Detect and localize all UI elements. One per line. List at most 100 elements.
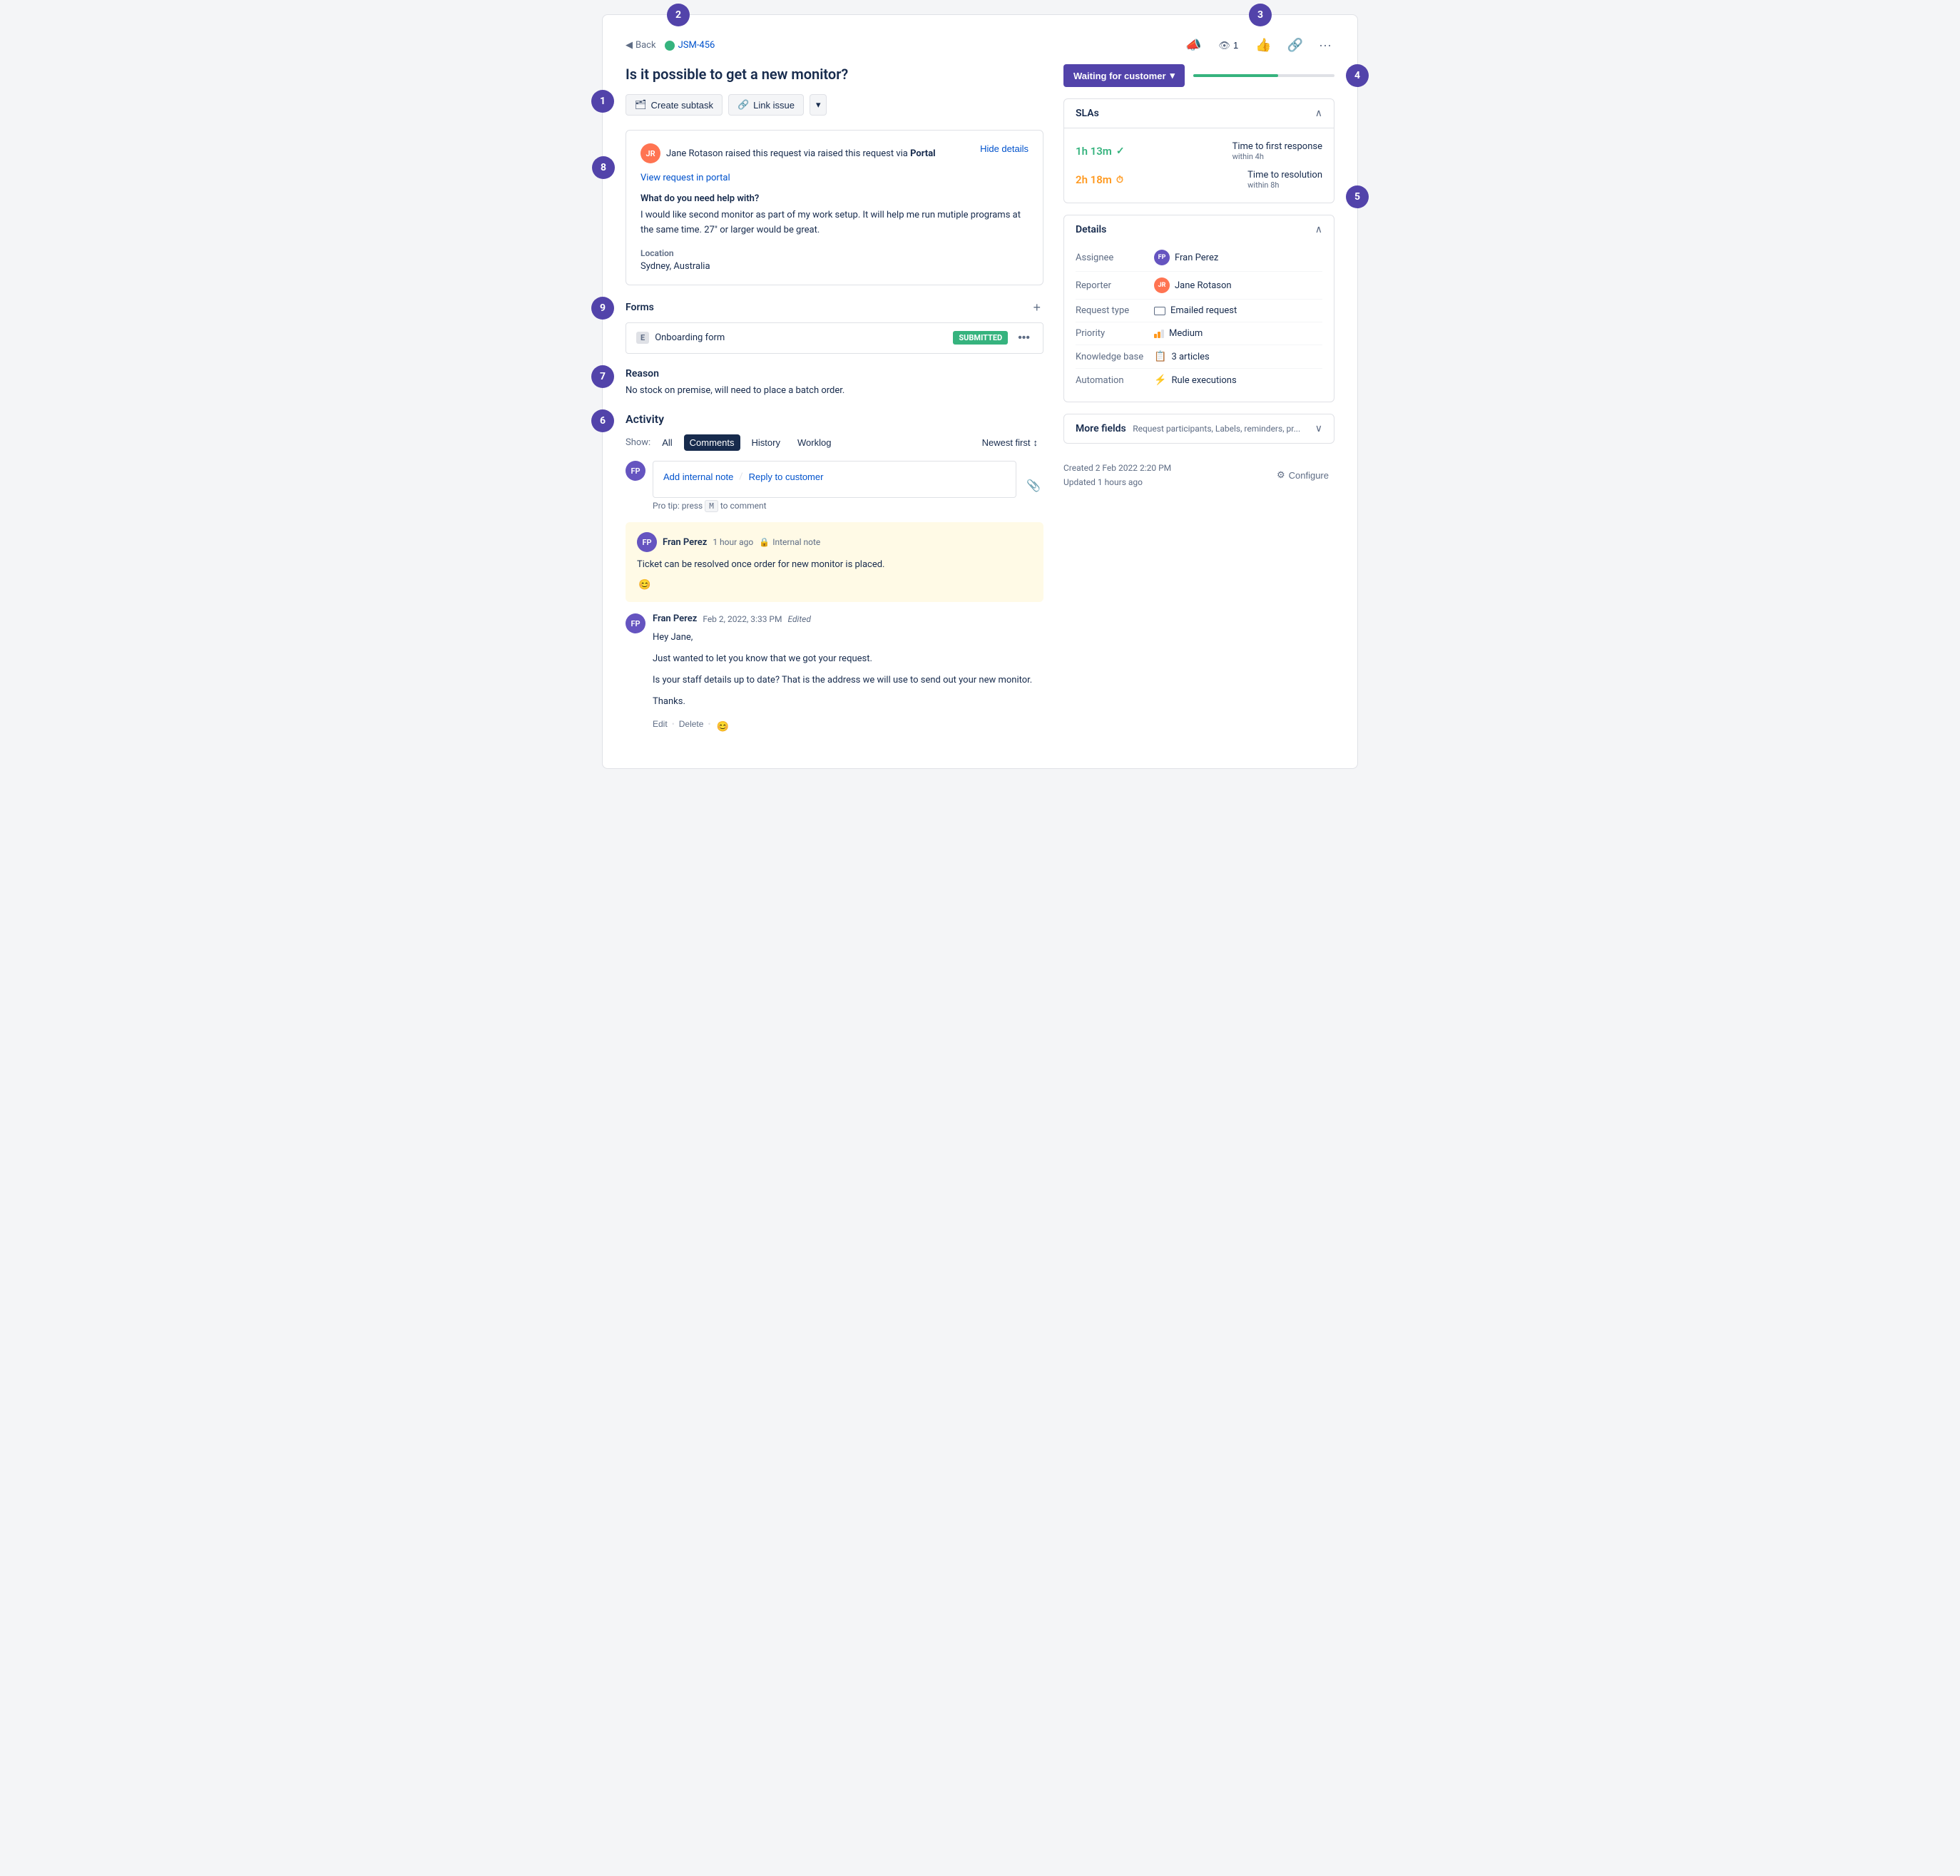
comment-smiley-icon: 😊 [717,720,729,732]
sla2-time: 2h 18m ⏱ [1076,173,1123,186]
sort-icon: ↕ [1033,437,1038,448]
sla-row-2: 2h 18m ⏱ Time to resolution within 8h [1076,165,1322,194]
priority-bar-1 [1154,334,1157,338]
assignee-name: Fran Perez [1175,253,1218,263]
badge-4: 4 [1346,64,1369,87]
filter-worklog-button[interactable]: Worklog [792,434,837,451]
link-issue-button[interactable]: 🔗 Link issue [728,94,804,116]
issue-key-text: JSM-456 [678,40,715,51]
note-author-name: Fran Perez [663,537,707,548]
add-form-button[interactable]: + [1030,300,1043,315]
details-chevron-icon: ∧ [1315,224,1322,235]
comment-actions: Edit • Delete • 😊 [653,715,1043,734]
create-subtask-button[interactable]: 🗂 Create subtask [626,94,723,116]
submitted-badge: SUBMITTED [953,331,1008,345]
status-bar: Waiting for customer ▾ [1063,64,1334,87]
sla-title: SLAs [1076,108,1099,119]
sla1-sublabel: within 4h [1232,152,1322,161]
comment-dot-2: • [708,719,710,729]
sort-newest-button[interactable]: Newest first ↕ [976,434,1043,451]
dropdown-arrow-icon: ▾ [816,99,821,110]
badge-2: 2 [667,4,690,26]
note-text: Ticket can be resolved once order for ne… [637,558,1032,573]
form-more-button[interactable]: ••• [1015,330,1033,346]
reason-title: Reason [626,368,1043,379]
sla-row-1: 1h 13m ✓ Time to first response within 4… [1076,137,1322,165]
more-fields-header[interactable]: More fields Request participants, Labels… [1064,414,1334,443]
priority-value: Medium [1154,328,1203,339]
configure-button[interactable]: ⚙ Configure [1271,467,1334,484]
form-key-badge: E [636,332,649,344]
attachment-button[interactable]: 📎 [1024,476,1043,496]
note-emoji-button[interactable]: 😊 [637,577,652,592]
reporter-raised-text: Jane Rotason raised this request via rai… [666,148,936,159]
form-name: Onboarding form [655,332,725,343]
add-internal-note-tab[interactable]: Add internal note [663,469,733,485]
kb-label: Knowledge base [1076,352,1154,362]
tab-divider: / [739,471,742,482]
form-item: E Onboarding form SUBMITTED ••• [626,322,1043,354]
reporter-info: JR Jane Rotason raised this request via … [640,143,936,163]
issue-key-link[interactable]: JSM-456 [665,40,715,51]
sla1-labels: Time to first response within 4h [1232,141,1322,161]
issue-title: Is it possible to get a new monitor? [626,64,1043,84]
comment-input-box: Add internal note / Reply to customer [653,461,1016,498]
sla-chevron-icon: ∧ [1315,108,1322,119]
help-label: What do you need help with? [640,193,1029,204]
email-icon [1154,307,1165,315]
activity-section: 6 Activity Show: All Comments History Wo… [626,412,1043,733]
request-type-label: Request type [1076,305,1154,316]
assignee-label: Assignee [1076,253,1154,263]
sla-header[interactable]: SLAs ∧ [1064,99,1334,128]
edited-label: Edited [787,614,810,624]
watch-button[interactable]: 👁 1 [1214,37,1242,54]
reporter-value: JR Jane Rotason [1154,277,1232,293]
more-options-button[interactable]: ··· [1316,35,1334,56]
forms-section: 9 Forms + E Onboarding form SUBMITTED ••… [626,300,1043,354]
note-type-badge: 🔒 Internal note [759,537,820,547]
details-title: Details [1076,224,1106,235]
comment-line1: Hey Jane, [653,630,1043,646]
status-label: Waiting for customer [1073,71,1166,81]
filter-comments-button[interactable]: Comments [684,434,740,451]
details-header[interactable]: Details ∧ [1064,215,1334,244]
details-body: Assignee FP Fran Perez Reporter JR Jane … [1064,244,1334,402]
keyboard-m-hint: M [705,500,718,512]
status-button[interactable]: Waiting for customer ▾ [1063,64,1185,87]
back-button[interactable]: ◀ Back [626,40,656,51]
comment-author-avatar: FP [626,613,645,633]
meta-text: Created 2 Feb 2022 2:20 PM Updated 1 hou… [1063,461,1171,490]
share-button[interactable]: 🔗 [1285,35,1306,56]
reporter-name-detail: Jane Rotason [1175,280,1232,291]
comment-emoji-button[interactable]: 😊 [715,719,730,734]
comment-edit-button[interactable]: Edit [653,719,668,729]
priority-label: Priority [1076,328,1154,339]
back-label: Back [636,40,656,51]
form-item-right: SUBMITTED ••• [953,330,1033,346]
status-dropdown-icon: ▾ [1170,70,1175,81]
badge-9: 9 [591,297,614,320]
activity-title: Activity [626,412,1043,426]
hide-details-button[interactable]: Hide details [980,143,1029,154]
created-text: Created 2 Feb 2022 2:20 PM [1063,461,1171,475]
filter-all-button[interactable]: All [656,434,678,451]
comment-meta: Fran Perez Feb 2, 2022, 3:33 PM Edited [653,613,1043,624]
reply-to-customer-tab[interactable]: Reply to customer [749,469,824,485]
notify-icon: 📣 [1185,38,1201,53]
internal-note: FP Fran Perez 1 hour ago 🔒 Internal note… [626,522,1043,602]
link-issue-label: Link issue [753,100,795,111]
toolbar-dropdown-button[interactable]: ▾ [810,94,827,116]
filter-history-button[interactable]: History [746,434,786,451]
automation-text: Rule executions [1171,375,1236,386]
comment-tabs: Add internal note / Reply to customer [663,469,1006,485]
thumbs-up-button[interactable]: 👍 [1252,35,1274,56]
notify-button[interactable]: 📣 [1183,35,1204,56]
view-request-link[interactable]: View request in portal [640,173,730,183]
comment-time: Feb 2, 2022, 3:33 PM [703,614,782,624]
smiley-icon: 😊 [638,578,650,590]
forms-title: Forms [626,302,654,313]
comment-delete-button[interactable]: Delete [679,719,704,729]
assignee-row: Assignee FP Fran Perez [1076,244,1322,271]
lock-icon: 🔒 [759,537,770,547]
top-bar: ◀ Back JSM-456 📣 👁 1 👍 🔗 ··· [626,35,1334,56]
